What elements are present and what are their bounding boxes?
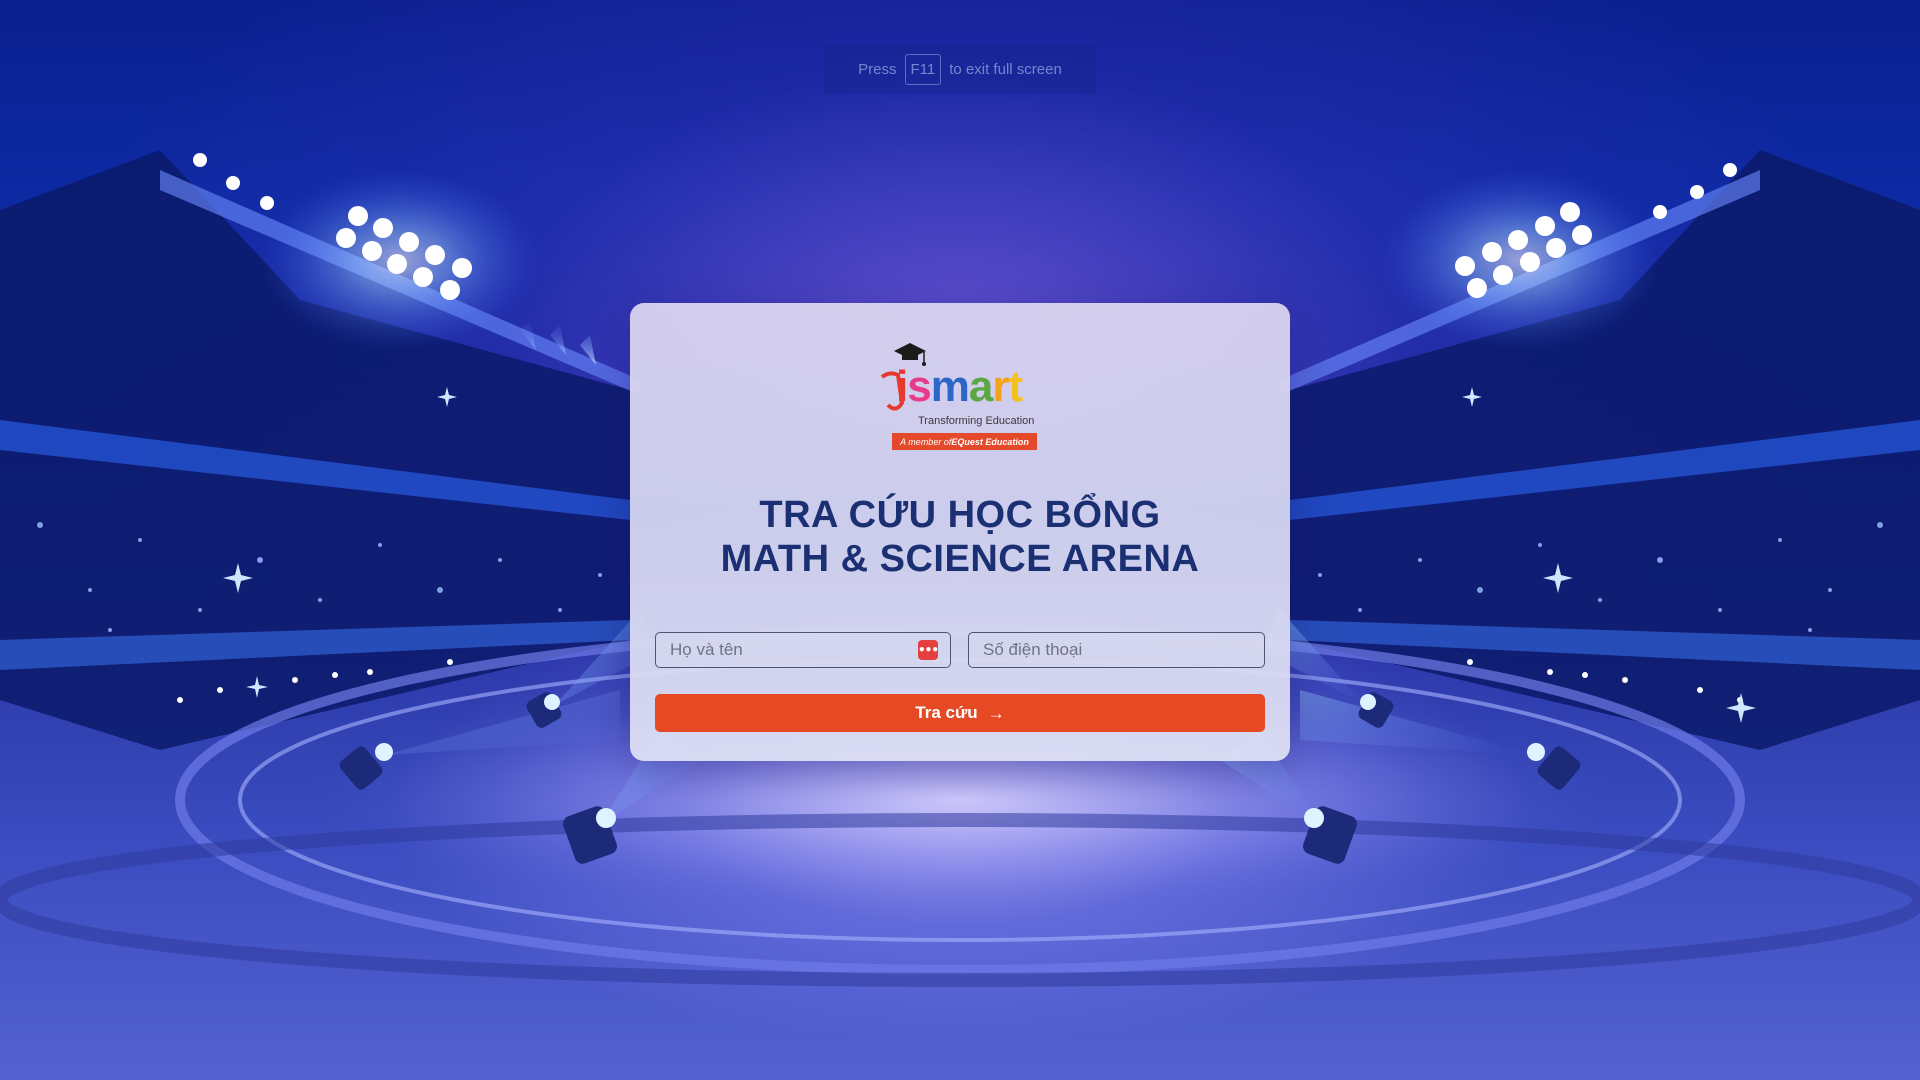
arrow-right-icon: → bbox=[987, 703, 1005, 723]
logo-member-org: EQuest Education bbox=[951, 436, 1029, 447]
fullscreen-notice-prefix: Press bbox=[858, 60, 897, 78]
submit-label: Tra cứu bbox=[915, 703, 978, 722]
logo-member-prefix: A member of bbox=[900, 436, 952, 447]
phone-field[interactable] bbox=[968, 632, 1265, 668]
lookup-card: ismart Transforming Education A member o… bbox=[630, 303, 1290, 761]
page-title: TRA CỨU HỌC BỔNG MATH & SCIENCE ARENA bbox=[630, 493, 1290, 581]
title-line-1: TRA CỨU HỌC BỔNG bbox=[759, 494, 1161, 536]
lookup-submit-button[interactable]: Tra cứu → bbox=[655, 694, 1265, 732]
ismart-logo: ismart Transforming Education A member o… bbox=[880, 343, 1040, 455]
logo-tagline: Transforming Education bbox=[918, 415, 1035, 427]
fullscreen-notice-suffix: to exit full screen bbox=[949, 60, 1062, 78]
logo-letter-t: t bbox=[1008, 362, 1023, 411]
f11-key-badge: F11 bbox=[904, 53, 942, 85]
full-name-field[interactable]: ••• bbox=[655, 632, 951, 668]
logo-wordmark: ismart bbox=[896, 362, 1023, 411]
phone-input[interactable] bbox=[981, 639, 1252, 661]
fullscreen-exit-notice: Press F11 to exit full screen bbox=[824, 44, 1096, 94]
title-line-2: MATH & SCIENCE ARENA bbox=[720, 538, 1200, 580]
logo-letter-r: r bbox=[992, 362, 1009, 411]
logo-letter-a: a bbox=[968, 362, 994, 411]
full-name-input[interactable] bbox=[668, 639, 918, 661]
logo-letter-s: s bbox=[907, 362, 932, 411]
logo-member-banner: A member of EQuest Education bbox=[892, 433, 1037, 450]
logo-letter-m: m bbox=[930, 362, 970, 411]
background-stage: Press F11 to exit full screen ismart Tra… bbox=[0, 0, 1920, 1080]
logo-letter-i: i bbox=[896, 362, 908, 411]
password-manager-icon[interactable]: ••• bbox=[918, 640, 939, 660]
